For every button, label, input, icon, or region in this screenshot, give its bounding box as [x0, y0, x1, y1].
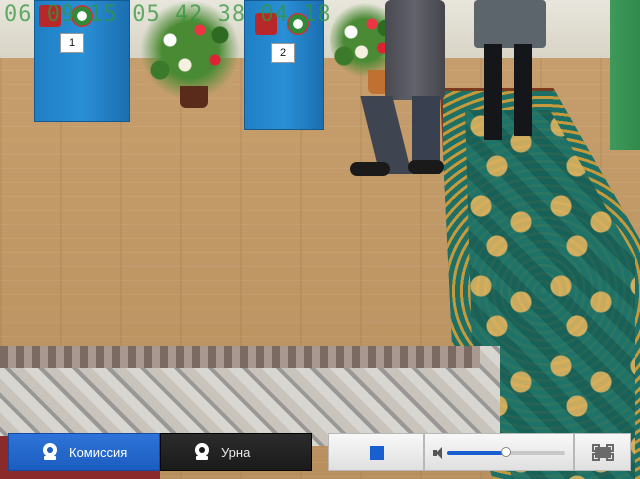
volume-thumb[interactable]	[501, 447, 511, 457]
booth-number-label: 2	[271, 43, 295, 63]
volume-slider[interactable]	[447, 447, 565, 457]
grey-carpet-border	[0, 346, 480, 368]
player-control-bar: Комиссия Урна	[8, 433, 631, 471]
stop-icon[interactable]	[370, 446, 384, 460]
timestamp-watermark: 06 09 15 05 42 38 04 18	[4, 2, 332, 27]
booth-number-label: 1	[60, 33, 84, 53]
fullscreen-panel	[574, 433, 631, 471]
video-viewport: 1 2 06 09 15 05 42 38 04 18 Комиссия Урн…	[0, 0, 640, 479]
flower-vase	[180, 86, 208, 108]
camera-scene: 1 2 06 09 15 05 42 38 04 18	[0, 0, 640, 479]
tab-commission[interactable]: Комиссия	[8, 433, 160, 471]
volume-panel	[424, 433, 574, 471]
webcam-icon	[41, 443, 59, 461]
tab-label: Комиссия	[69, 444, 128, 460]
green-panel	[610, 0, 640, 150]
volume-fill	[447, 451, 506, 455]
speaker-icon[interactable]	[433, 447, 443, 459]
stop-panel	[328, 433, 424, 471]
tab-urn[interactable]: Урна	[160, 433, 312, 471]
webcam-icon	[193, 443, 211, 461]
fullscreen-icon[interactable]	[592, 444, 614, 461]
tab-label: Урна	[221, 444, 251, 460]
